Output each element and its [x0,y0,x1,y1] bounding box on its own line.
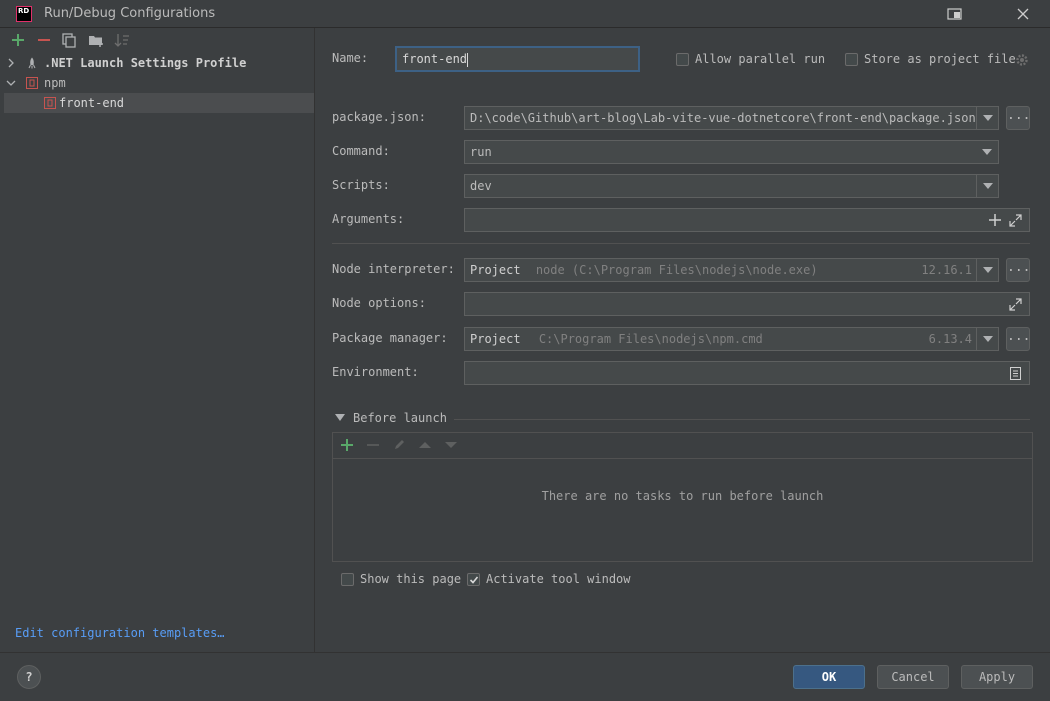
title-bar: RD Run/Debug Configurations [0,0,1050,28]
allow-parallel-label: Allow parallel run [695,52,826,66]
chevron-down-icon[interactable] [6,78,16,88]
environment-label: Environment: [332,365,419,379]
tree-item-label: npm [44,76,66,90]
command-select[interactable]: run [464,140,999,164]
tree-item-dotnet-launch-settings[interactable]: .NET Launch Settings Profile [4,53,314,73]
expand-icon[interactable] [1009,214,1022,227]
remove-icon[interactable] [367,439,379,451]
help-button[interactable]: ? [17,665,41,689]
edit-configuration-templates-link[interactable]: Edit configuration templates… [15,626,225,640]
restore-window-icon[interactable] [946,6,964,22]
command-value: run [470,145,492,159]
separator [454,419,1030,420]
package-manager-select[interactable]: Project C:\Program Files\nodejs\npm.cmd … [464,327,999,351]
package-manager-path: C:\Program Files\nodejs\npm.cmd [538,332,763,346]
activate-tool-window-label: Activate tool window [486,572,631,586]
browse-package-json-button[interactable]: ... [1006,106,1030,130]
move-down-icon[interactable] [445,440,457,450]
dropdown-button[interactable] [976,141,998,163]
chevron-down-icon [983,115,993,121]
add-icon[interactable] [10,32,26,48]
expand-icon[interactable] [1009,298,1022,311]
cancel-button[interactable]: Cancel [877,665,949,689]
browse-node-interpreter-button[interactable]: ... [1006,258,1030,282]
dropdown-button[interactable] [976,107,998,129]
chevron-down-icon [983,183,993,189]
dropdown-button[interactable] [976,175,998,197]
npm-icon [26,77,38,89]
before-launch-toolbar [333,433,1032,459]
store-as-project-label: Store as project file [864,52,1016,66]
browse-package-manager-button[interactable]: ... [1006,327,1030,351]
package-manager-version: 6.13.4 [928,332,972,346]
edit-pencil-icon[interactable] [393,438,406,451]
rider-logo-icon: RD [16,6,32,22]
tree-item-label: front-end [59,96,125,110]
scripts-select[interactable]: dev [464,174,999,198]
configurations-tree-panel: .NET Launch Settings Profile npm front-e… [4,28,315,652]
window-title: Run/Debug Configurations [44,6,216,21]
text-cursor [467,52,469,67]
apply-button[interactable]: Apply [961,665,1033,689]
chevron-right-icon[interactable] [6,58,16,68]
package-json-label: package.json: [332,110,426,124]
sort-icon[interactable] [114,32,130,48]
node-interpreter-select[interactable]: Project node (C:\Program Files\nodejs\no… [464,258,999,282]
scripts-value: dev [470,179,492,193]
add-icon[interactable] [341,439,353,451]
separator [332,243,1030,244]
node-options-label: Node options: [332,296,426,310]
scripts-label: Scripts: [332,178,390,192]
dropdown-button[interactable] [976,328,998,350]
dropdown-button[interactable] [976,259,998,281]
gear-icon[interactable] [1015,53,1029,67]
environment-field[interactable] [464,361,1030,385]
name-field[interactable]: front-end [395,46,640,72]
chevron-down-icon [983,267,993,273]
tree-item-front-end[interactable]: front-end [4,93,314,113]
node-interpreter-version: 12.16.1 [921,263,972,277]
close-icon[interactable] [1014,5,1032,23]
before-launch-panel: There are no tasks to run before launch [332,432,1033,562]
remove-icon[interactable] [36,32,52,48]
copy-icon[interactable] [61,32,77,48]
store-as-project-checkbox[interactable] [845,53,858,66]
arguments-field[interactable] [464,208,1030,232]
before-launch-empty-text: There are no tasks to run before launch [541,489,824,503]
node-interpreter-path: node (C:\Program Files\nodejs\node.exe) [535,263,818,277]
name-value: front-end [402,52,468,66]
before-launch-title: Before launch [353,411,447,425]
show-this-page-checkbox[interactable] [341,573,354,586]
ok-button[interactable]: OK [793,665,865,689]
name-label: Name: [332,51,369,65]
package-manager-prefix: Project [470,332,521,346]
tree-item-label: .NET Launch Settings Profile [44,56,247,70]
node-interpreter-prefix: Project [470,263,521,277]
tree-item-npm[interactable]: npm [4,73,314,93]
chevron-down-icon [983,336,993,342]
allow-parallel-checkbox[interactable] [676,53,689,66]
plus-icon[interactable] [989,214,1001,226]
node-interpreter-label: Node interpreter: [332,262,455,276]
package-json-value: D:\code\Github\art-blog\Lab-vite-vue-dot… [470,111,976,125]
activate-tool-window-checkbox[interactable] [467,573,480,586]
node-options-field[interactable] [464,292,1030,316]
move-up-icon[interactable] [419,440,431,450]
collapse-triangle-icon[interactable] [335,414,345,422]
document-icon[interactable] [1010,367,1021,380]
chevron-down-icon [982,149,992,155]
show-this-page-label: Show this page [360,572,462,586]
package-manager-label: Package manager: [332,331,448,345]
package-json-select[interactable]: D:\code\Github\art-blog\Lab-vite-vue-dot… [464,106,999,130]
npm-icon [44,97,56,109]
checkmark-icon [469,576,479,584]
dialog-footer: ? OK Cancel Apply [0,652,1050,701]
arguments-label: Arguments: [332,212,405,226]
dotnet-rocket-icon [28,57,36,69]
new-folder-icon[interactable] [88,32,104,48]
command-label: Command: [332,144,390,158]
